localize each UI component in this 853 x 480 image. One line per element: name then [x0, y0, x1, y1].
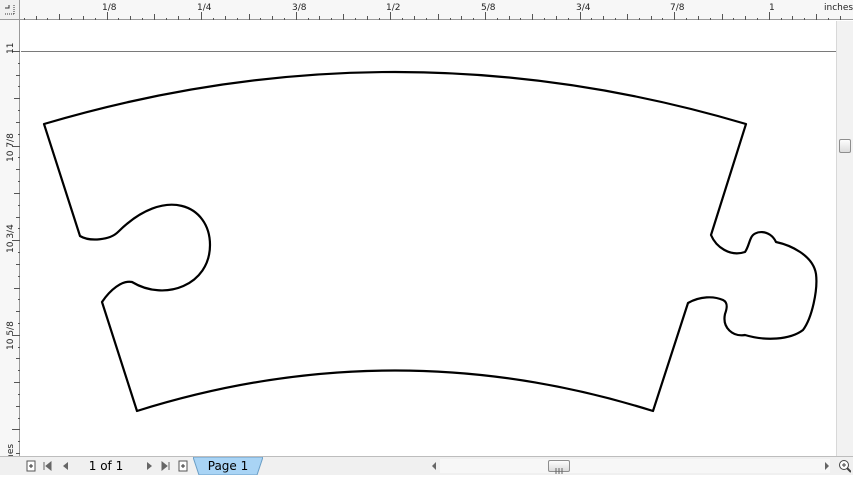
zoom-icon[interactable]: [837, 458, 851, 474]
puzzle-piece-shape[interactable]: [42, 70, 818, 413]
ruler-tick-label: 1/2: [386, 3, 401, 13]
ruler-tick-label: 10 5/8: [6, 321, 16, 350]
drawing-canvas[interactable]: [21, 21, 836, 456]
ruler-tick-label: 1/4: [197, 3, 212, 13]
ruler-tick-label: 3/8: [292, 3, 307, 13]
page-navigation-bar: 1 of 1 Page 1: [0, 456, 853, 475]
page-tab-label: Page 1: [207, 459, 249, 473]
ruler-tick-label: 3/4: [576, 3, 591, 13]
first-page-icon[interactable]: [40, 458, 54, 474]
drawing-surface: [21, 51, 836, 413]
horizontal-ruler[interactable]: 1/8 1/4 3/8 1/2 5/8 3/4 7/8 1 inches: [0, 0, 853, 20]
last-page-icon[interactable]: [159, 458, 173, 474]
scroll-right-icon[interactable]: [822, 458, 836, 474]
add-page-icon[interactable]: [176, 458, 190, 474]
tab-page-1[interactable]: Page 1: [193, 457, 263, 475]
vertical-scroll-thumb[interactable]: [839, 139, 851, 153]
ruler-tick-label: 11: [6, 42, 16, 54]
page-count: 1 of 1: [88, 459, 124, 473]
vertical-scrollbar[interactable]: [836, 21, 853, 456]
horizontal-ruler-ticks: [12, 12, 841, 20]
horizontal-scroll-thumb[interactable]: [548, 460, 570, 474]
ruler-unit-label: inches: [824, 3, 853, 13]
ruler-tick-label: 5/8: [481, 3, 496, 13]
previous-page-icon[interactable]: [58, 458, 72, 474]
next-page-icon[interactable]: [143, 458, 157, 474]
ruler-tick-label: 1: [769, 3, 775, 13]
ruler-tick-label: 1/8: [102, 3, 117, 13]
ruler-tick-label: 10 3/4: [6, 224, 16, 253]
ruler-origin-corner[interactable]: [0, 0, 20, 20]
ruler-origin-icon: [5, 5, 15, 15]
horizontal-scrollbar[interactable]: [440, 459, 830, 473]
vertical-ruler[interactable]: 11 10 7/8 10 3/4 10 5/8 inches: [0, 20, 20, 473]
add-page-icon[interactable]: [24, 458, 38, 474]
ruler-tick-label: 10 7/8: [6, 133, 16, 162]
ruler-tick-label: 7/8: [670, 3, 685, 13]
